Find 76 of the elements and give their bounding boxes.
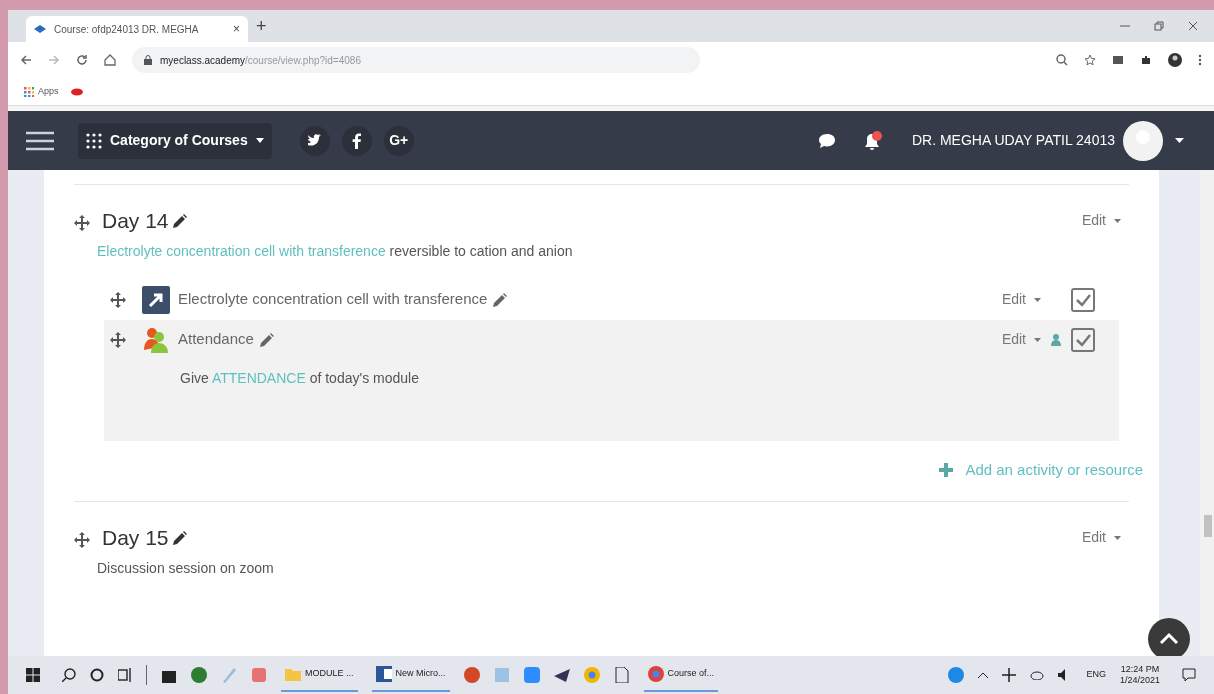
caret-icon	[255, 138, 264, 143]
twitter-icon[interactable]	[299, 125, 330, 156]
scroll-to-top-button[interactable]	[1148, 618, 1190, 656]
new-tab-button[interactable]: +	[256, 12, 267, 40]
edit-menu-button[interactable]: Edit	[1081, 527, 1121, 549]
grid-icon	[86, 132, 102, 149]
activity-link[interactable]: Electrolyte concentration cell with transference	[178, 288, 488, 311]
caret-icon	[1114, 535, 1121, 540]
folder-icon	[285, 666, 301, 682]
taskbar-app-button[interactable]: New Micro...	[371, 658, 450, 692]
notification-bell-icon[interactable]	[863, 130, 884, 151]
checkbox[interactable]	[1071, 327, 1095, 352]
taskbar-app-button[interactable]: MODULE ...	[281, 658, 358, 692]
video-call-icon[interactable]	[523, 667, 540, 683]
section-summary: Electrolyte concentration cell with transference reversible to cation and anion	[97, 241, 574, 261]
notifications-icon[interactable]	[1182, 668, 1196, 682]
activity-link[interactable]: Attendance	[178, 328, 254, 351]
close-icon[interactable]	[1188, 21, 1198, 31]
language-indicator[interactable]: ENG	[1086, 668, 1106, 682]
caret-icon	[1034, 337, 1041, 342]
move-icon[interactable]	[74, 531, 90, 548]
address-bar[interactable]: myeclass.academy/course/view.php?id=4086	[132, 47, 700, 73]
move-icon[interactable]	[74, 214, 90, 231]
tab-title: Course: ofdp24013 DR. MEGHA	[54, 22, 200, 37]
site-icon	[34, 25, 46, 33]
move-icon[interactable]	[110, 331, 126, 348]
word-icon	[375, 666, 392, 682]
caret-icon	[1034, 297, 1041, 302]
section-summary: Discussion session on zoom	[97, 558, 275, 578]
google-plus-button[interactable]: G+	[383, 125, 414, 156]
pencil-icon[interactable]	[172, 213, 187, 228]
edit-menu-button[interactable]: Edit	[1001, 329, 1041, 350]
caret-icon[interactable]	[1175, 138, 1184, 143]
restore-icon[interactable]	[1154, 21, 1164, 31]
profile-avatar-icon[interactable]	[1168, 53, 1182, 67]
section-title: Day 15	[102, 525, 169, 551]
taskbar-app-button[interactable]: Course of...	[643, 658, 719, 692]
bookmark-link[interactable]: Apps	[24, 84, 59, 99]
facebook-icon[interactable]	[341, 125, 372, 156]
scrollbar-thumb[interactable]	[1204, 515, 1212, 537]
chat-icon[interactable]	[817, 132, 836, 149]
user-name[interactable]: DR. MEGHA UDAY PATIL 24013	[911, 130, 1115, 151]
zoom-icon[interactable]	[1056, 54, 1068, 66]
badge-dot-icon	[871, 130, 882, 141]
document-icon[interactable]	[613, 667, 630, 683]
browser-tab[interactable]: Course: ofdp24013 DR. MEGHA ×	[26, 16, 248, 42]
people-icon	[142, 325, 170, 354]
checkbox[interactable]	[1071, 287, 1095, 312]
clock-date[interactable]: 1/24/2021	[1119, 675, 1160, 686]
windows-start-icon[interactable]	[26, 668, 40, 682]
more-icon[interactable]	[1198, 54, 1202, 66]
home-icon[interactable]	[104, 54, 116, 66]
caret-icon	[1114, 218, 1121, 223]
pencil-icon[interactable]	[493, 292, 508, 307]
pencil-icon[interactable]	[172, 530, 187, 545]
lock-icon	[144, 55, 152, 65]
clock-time[interactable]: 12:24 PM	[1120, 664, 1160, 675]
plus-icon	[939, 462, 954, 477]
user-avatar-icon[interactable]	[1123, 120, 1163, 161]
activity-description: Give ATTENDANCE of today's module	[180, 368, 420, 388]
tray-caret-icon[interactable]	[978, 672, 989, 678]
url-text: myeclass.academy/course/view.php?id=4086	[160, 53, 361, 68]
search-icon[interactable]	[62, 668, 76, 682]
move-icon[interactable]	[110, 291, 126, 308]
menu-icon[interactable]	[26, 130, 54, 151]
star-icon[interactable]	[1084, 54, 1096, 66]
category-menu-button[interactable]: Category of Courses	[78, 122, 272, 159]
edit-menu-button[interactable]: Edit	[1081, 210, 1121, 232]
section-title: Day 14	[102, 208, 169, 234]
tab-close-button[interactable]: ×	[233, 20, 240, 38]
edit-menu-button[interactable]: Edit	[1001, 289, 1041, 310]
cortana-icon[interactable]	[90, 668, 104, 682]
reload-icon[interactable]	[76, 54, 88, 66]
apps-grid-icon	[24, 86, 34, 97]
back-icon[interactable]	[20, 54, 32, 66]
task-view-icon[interactable]	[118, 668, 132, 682]
